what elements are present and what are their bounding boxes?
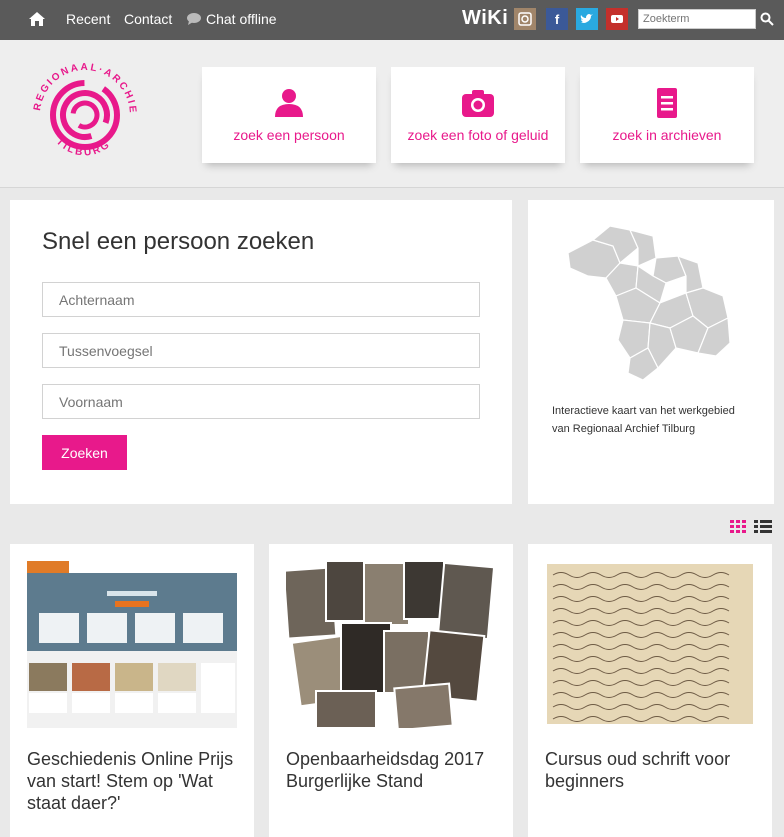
- facebook-icon[interactable]: f: [546, 8, 568, 30]
- grid-view-icon[interactable]: [730, 520, 748, 534]
- top-navigation-bar: Recent Contact Chat offline WiKi f: [0, 0, 784, 40]
- panel-title: Snel een persoon zoeken: [42, 228, 315, 255]
- card-title[interactable]: Cursus oud schrift voor beginners: [545, 748, 760, 792]
- tile-search-photo-sound[interactable]: zoek een foto of geluid: [391, 67, 565, 163]
- nav-contact-link[interactable]: Contact: [124, 11, 172, 27]
- card-image-website-screenshot: [27, 561, 237, 728]
- home-icon[interactable]: [28, 10, 46, 28]
- region-map[interactable]: [558, 218, 738, 388]
- nav-recent-link[interactable]: Recent: [66, 11, 110, 27]
- list-view-icon[interactable]: [754, 520, 772, 534]
- infix-field[interactable]: [42, 333, 480, 368]
- instagram-icon[interactable]: [514, 8, 536, 30]
- news-card[interactable]: Cursus oud schrift voor beginners: [528, 544, 772, 837]
- camera-icon: [462, 90, 494, 117]
- twitter-icon[interactable]: [576, 8, 598, 30]
- tile-label: zoek een persoon: [233, 127, 345, 143]
- quick-person-search-panel: Snel een persoon zoeken Zoeken: [10, 200, 512, 504]
- map-caption: Interactieve kaart van het werkgebied va…: [552, 405, 735, 435]
- tile-search-person[interactable]: zoek een persoon: [202, 67, 376, 163]
- tile-label: zoek een foto of geluid: [407, 127, 549, 143]
- document-icon: [657, 88, 677, 118]
- news-card[interactable]: Geschiedenis Online Prijs van start! Ste…: [10, 544, 254, 837]
- map-panel: Interactieve kaart van het werkgebied va…: [528, 200, 774, 504]
- chat-bubble-icon: [187, 13, 201, 25]
- youtube-icon[interactable]: [606, 8, 628, 30]
- search-icon[interactable]: [760, 12, 774, 26]
- site-header: REGIONAAL·ARCHIEF TILBURG zoek een perso…: [0, 40, 784, 188]
- card-image-old-photographs: [286, 561, 496, 728]
- regionaal-archief-tilburg-logo[interactable]: REGIONAAL·ARCHIEF TILBURG: [26, 56, 144, 174]
- card-title[interactable]: Geschiedenis Online Prijs van start! Ste…: [27, 748, 242, 814]
- tile-search-archives[interactable]: zoek in archieven: [580, 67, 754, 163]
- search-input[interactable]: [638, 9, 756, 29]
- firstname-field[interactable]: [42, 384, 480, 419]
- lastname-field[interactable]: [42, 282, 480, 317]
- wiki-link[interactable]: WiKi: [462, 7, 508, 30]
- news-card[interactable]: Openbaarheidsdag 2017 Burgerlijke Stand: [269, 544, 513, 837]
- search-submit-button[interactable]: Zoeken: [42, 435, 127, 470]
- tile-label: zoek in archieven: [612, 127, 722, 143]
- person-icon: [275, 89, 303, 117]
- card-image-handwritten-manuscript: [545, 561, 755, 728]
- nav-chat-link[interactable]: Chat offline: [206, 11, 277, 27]
- card-title[interactable]: Openbaarheidsdag 2017 Burgerlijke Stand: [286, 748, 501, 792]
